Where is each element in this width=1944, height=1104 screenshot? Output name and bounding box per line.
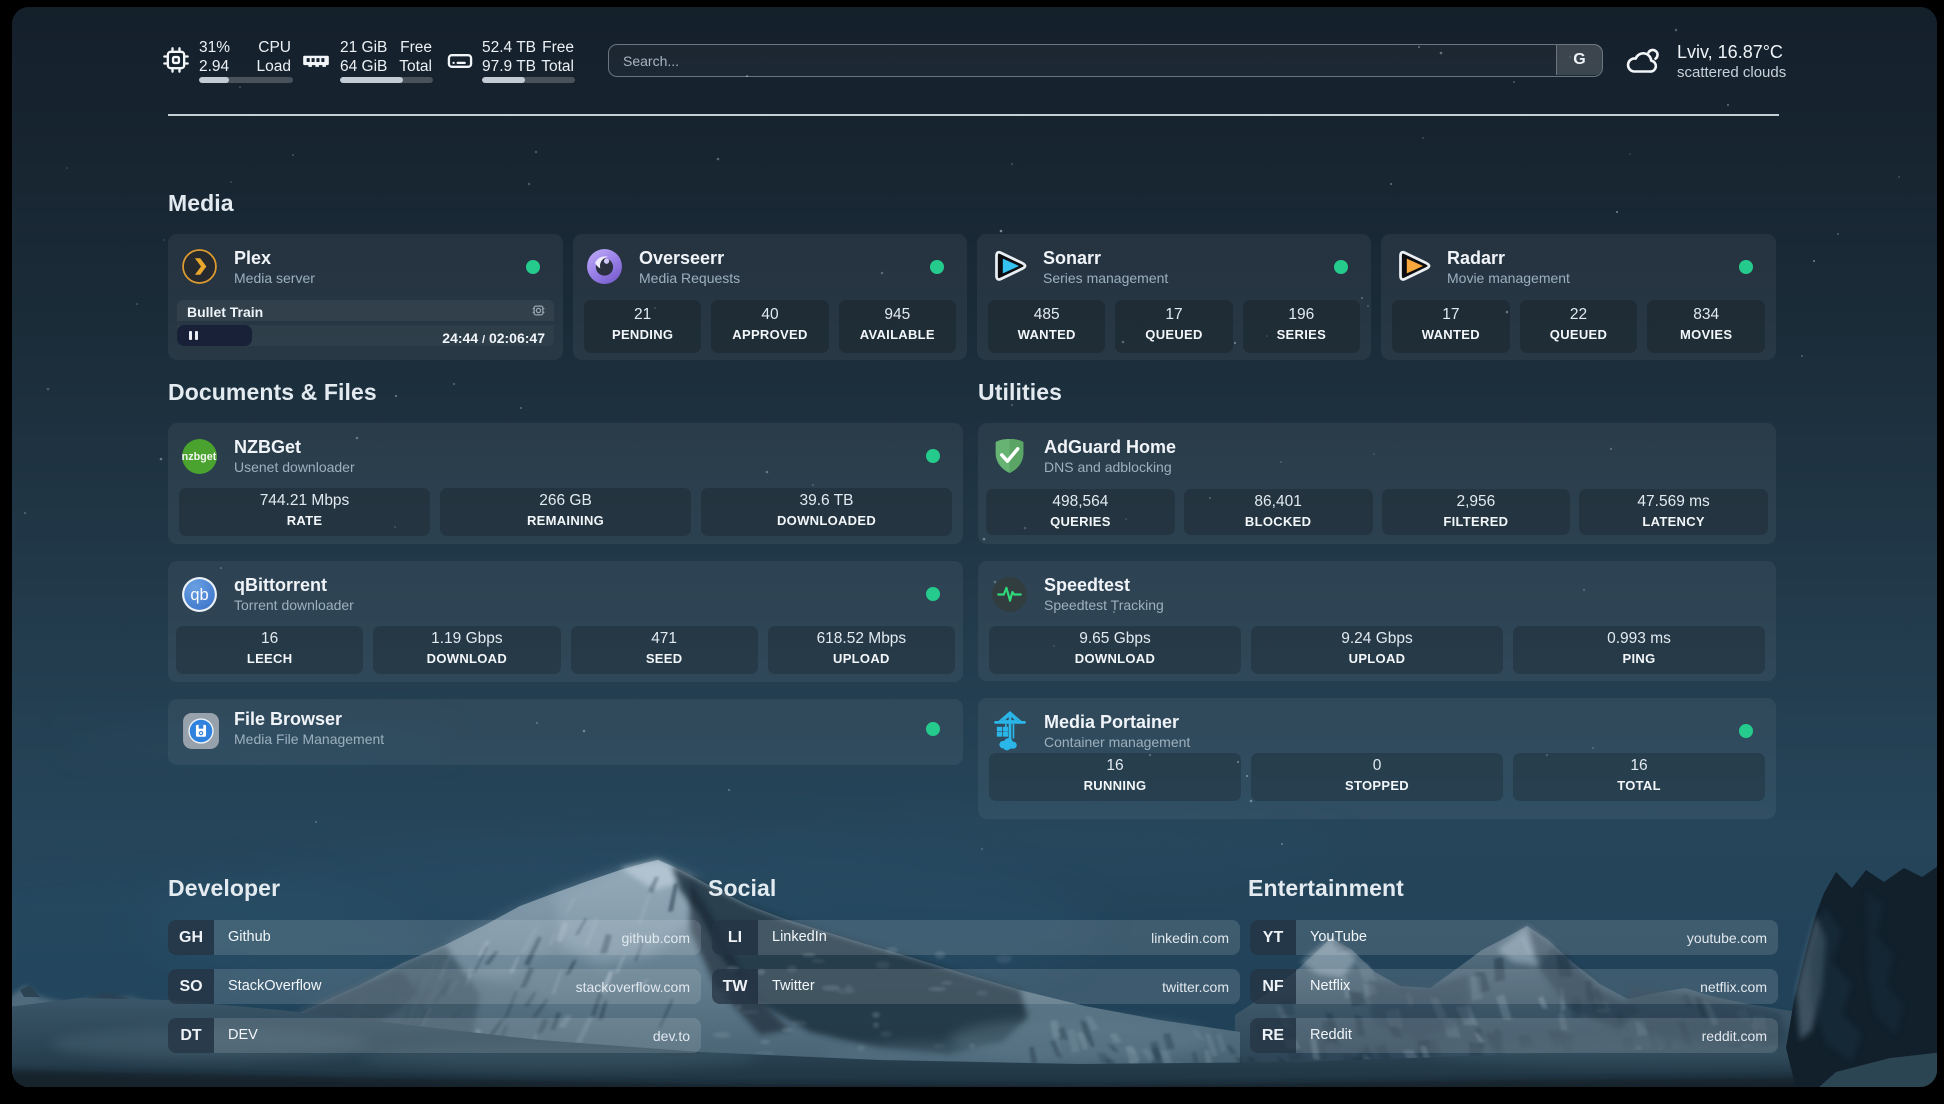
svg-text:nzbget: nzbget — [182, 451, 217, 463]
svg-text:qb: qb — [190, 586, 208, 604]
